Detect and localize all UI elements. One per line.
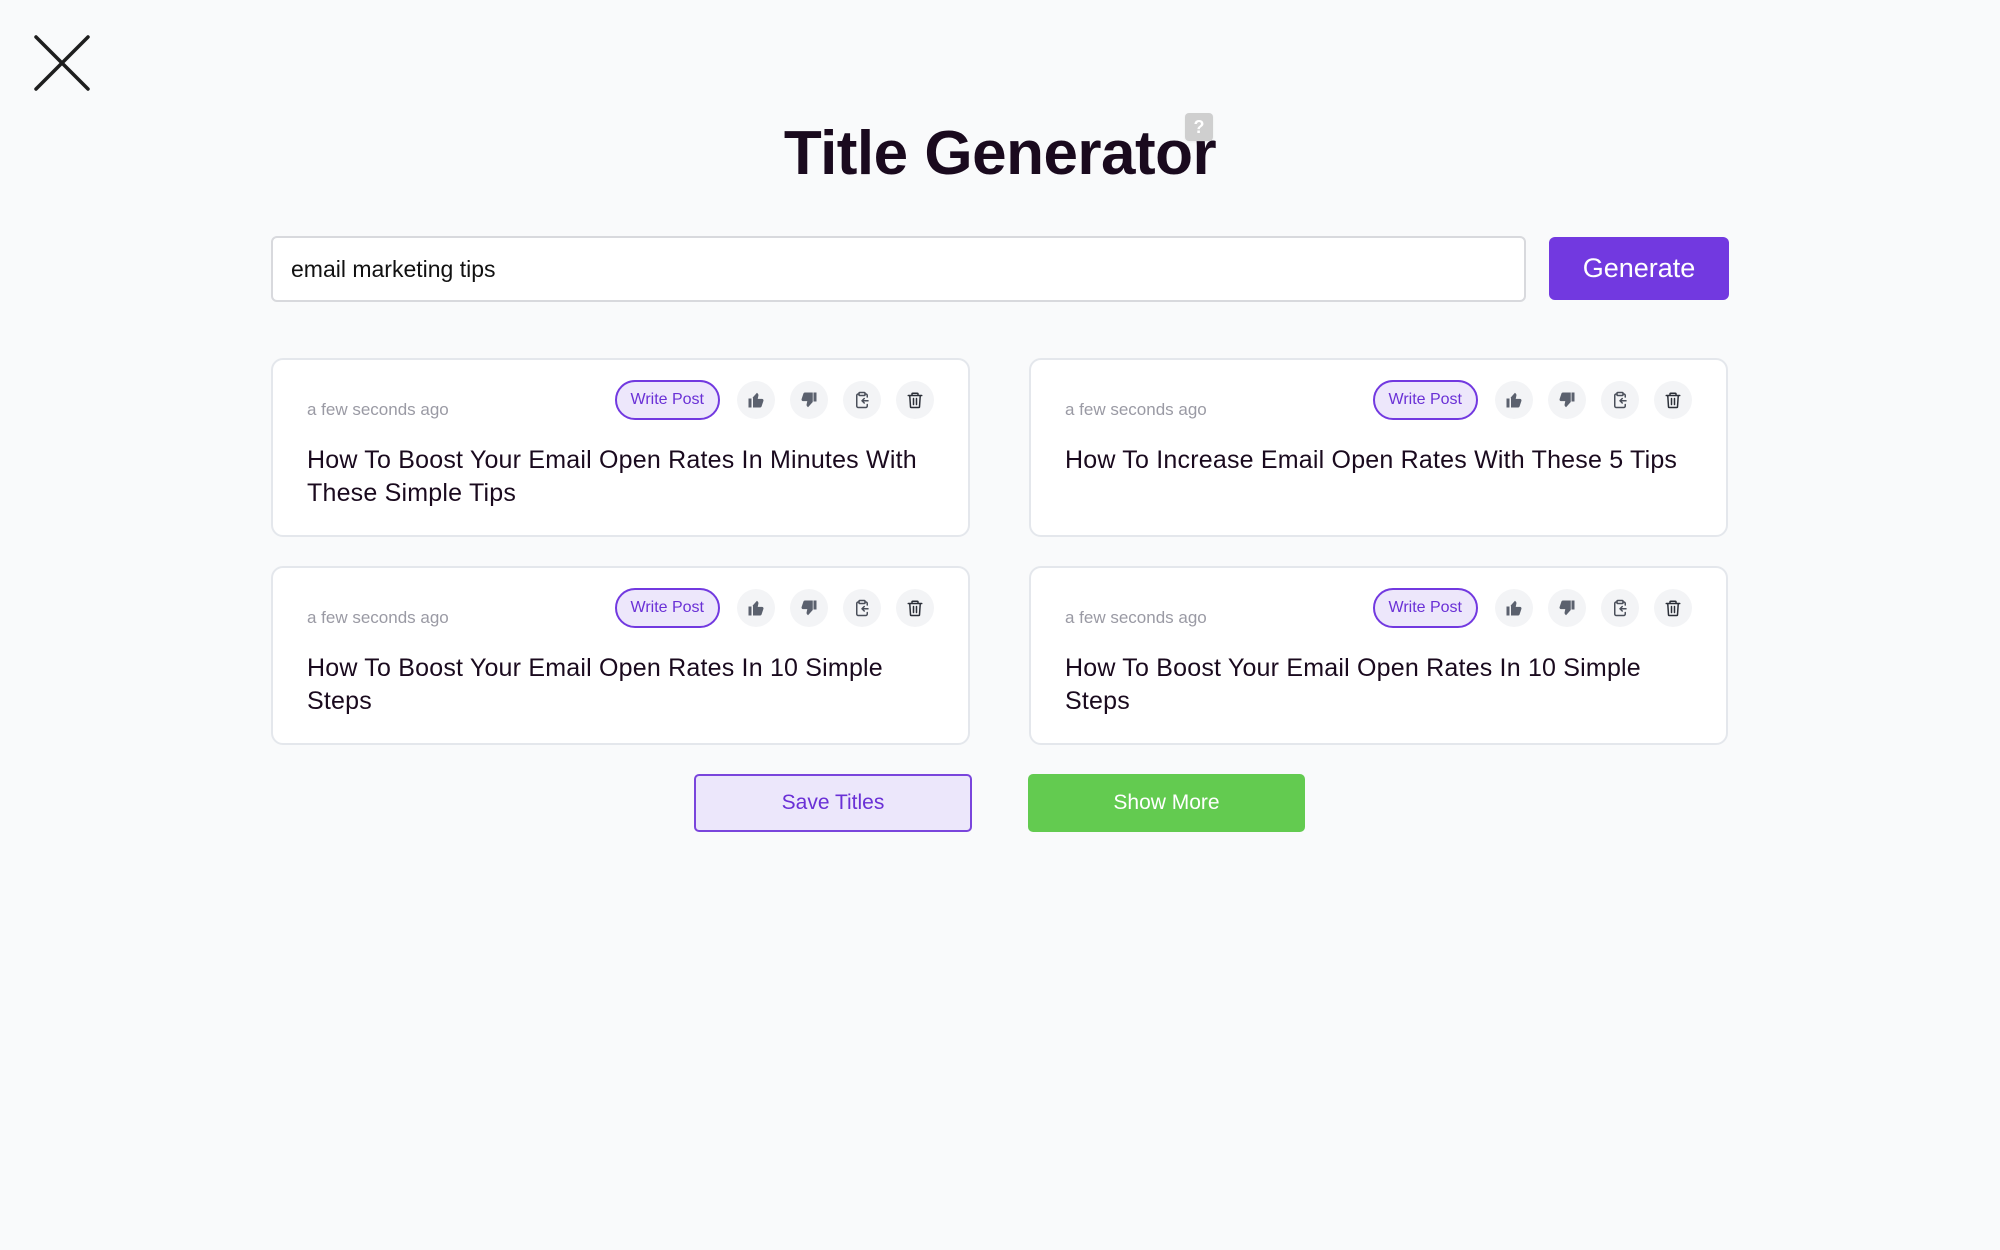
- title-card: a few seconds ago Write Post How To Incr…: [1029, 358, 1728, 537]
- copy-button[interactable]: [843, 381, 881, 419]
- timestamp: a few seconds ago: [1065, 608, 1207, 627]
- delete-button[interactable]: [896, 589, 934, 627]
- save-titles-button[interactable]: Save Titles: [694, 774, 972, 832]
- timestamp: a few seconds ago: [307, 400, 449, 419]
- title-card: a few seconds ago Write Post How To Boos…: [271, 566, 970, 745]
- page-title: Title Generator: [783, 119, 1217, 188]
- card-actions: Write Post: [1372, 588, 1692, 628]
- generated-title: How To Increase Email Open Rates With Th…: [1065, 446, 1678, 474]
- delete-button[interactable]: [1654, 589, 1692, 627]
- dislike-button[interactable]: [790, 589, 828, 627]
- thumbs-down-icon: [1559, 600, 1575, 616]
- topic-input[interactable]: [271, 236, 1526, 302]
- generated-title: How To Boost Your Email Open Rates In Mi…: [307, 446, 917, 507]
- close-x-icon: [34, 35, 90, 91]
- dislike-button[interactable]: [1548, 589, 1586, 627]
- generate-button[interactable]: Generate: [1549, 237, 1729, 300]
- close-button[interactable]: [32, 33, 92, 93]
- trash-icon: [1665, 392, 1681, 409]
- write-post-button[interactable]: Write Post: [614, 380, 720, 420]
- clipboard-copy-icon: [856, 599, 869, 617]
- title-card: a few seconds ago Write Post How To Boos…: [271, 358, 970, 537]
- copy-button[interactable]: [843, 589, 881, 627]
- card-actions: Write Post: [614, 588, 934, 628]
- thumbs-down-icon: [801, 600, 817, 616]
- like-button[interactable]: [1495, 589, 1533, 627]
- like-button[interactable]: [737, 589, 775, 627]
- dislike-button[interactable]: [1548, 381, 1586, 419]
- thumbs-up-icon: [1506, 392, 1522, 408]
- clipboard-copy-icon: [1614, 391, 1627, 409]
- dislike-button[interactable]: [790, 381, 828, 419]
- write-post-button[interactable]: Write Post: [1372, 588, 1478, 628]
- clipboard-copy-icon: [856, 391, 869, 409]
- clipboard-copy-icon: [1614, 599, 1627, 617]
- copy-button[interactable]: [1601, 381, 1639, 419]
- timestamp: a few seconds ago: [307, 608, 449, 627]
- delete-button[interactable]: [1654, 381, 1692, 419]
- thumbs-down-icon: [1559, 392, 1575, 408]
- copy-button[interactable]: [1601, 589, 1639, 627]
- show-more-button[interactable]: Show More: [1028, 774, 1305, 832]
- trash-icon: [907, 600, 923, 617]
- like-button[interactable]: [737, 381, 775, 419]
- generated-title: How To Boost Your Email Open Rates In 10…: [307, 654, 883, 715]
- card-actions: Write Post: [614, 380, 934, 420]
- timestamp: a few seconds ago: [1065, 400, 1207, 419]
- thumbs-up-icon: [1506, 600, 1522, 616]
- like-button[interactable]: [1495, 381, 1533, 419]
- write-post-button[interactable]: Write Post: [614, 588, 720, 628]
- trash-icon: [907, 392, 923, 409]
- title-card: a few seconds ago Write Post How To Boos…: [1029, 566, 1728, 745]
- thumbs-down-icon: [801, 392, 817, 408]
- trash-icon: [1665, 600, 1681, 617]
- help-icon[interactable]: ?: [1185, 113, 1213, 141]
- thumbs-up-icon: [748, 392, 764, 408]
- write-post-button[interactable]: Write Post: [1372, 380, 1478, 420]
- thumbs-up-icon: [748, 600, 764, 616]
- generated-title: How To Boost Your Email Open Rates In 10…: [1065, 654, 1641, 715]
- card-actions: Write Post: [1372, 380, 1692, 420]
- delete-button[interactable]: [896, 381, 934, 419]
